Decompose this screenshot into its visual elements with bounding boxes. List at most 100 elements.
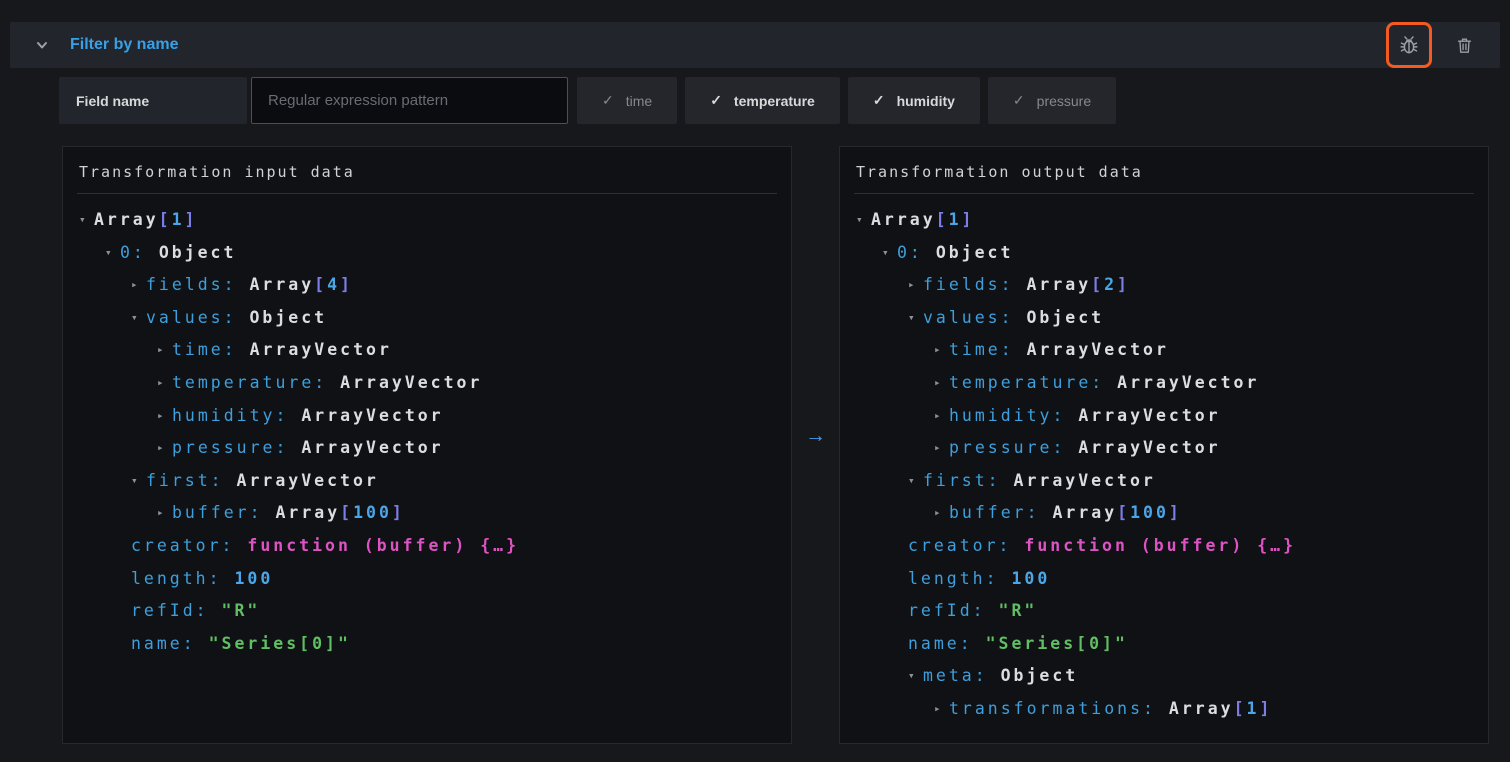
expand-toggle-icon[interactable]: ▸ xyxy=(908,269,923,302)
json-token-key: humidity: xyxy=(949,406,1078,425)
json-token-obj: ArrayVector xyxy=(301,406,443,425)
regex-input[interactable] xyxy=(251,77,568,124)
json-token-str: "R" xyxy=(222,601,261,620)
json-token-key: time: xyxy=(949,340,1027,359)
json-token-num: 100 xyxy=(353,503,392,522)
json-token-func: function (buffer) {…} xyxy=(247,536,519,555)
json-token-br: ] xyxy=(1259,699,1272,718)
tree-line: ▾first: ArrayVector xyxy=(63,465,791,498)
tree-line: ▸temperature: ArrayVector xyxy=(840,367,1488,400)
field-pill-label: humidity xyxy=(897,93,955,109)
json-token-br: [ xyxy=(1091,275,1104,294)
json-token-key: first: xyxy=(923,471,1014,490)
debug-button[interactable] xyxy=(1386,22,1432,68)
json-token-br: [ xyxy=(1117,503,1130,522)
bug-icon xyxy=(1398,34,1420,56)
expand-toggle-icon[interactable]: ▸ xyxy=(934,334,949,367)
expand-toggle-icon[interactable]: ▸ xyxy=(157,367,172,400)
tree-line: ▾meta: Object xyxy=(840,660,1488,693)
tree-line: ▸pressure: ArrayVector xyxy=(840,432,1488,465)
json-token-br: [ xyxy=(314,275,327,294)
json-token-key: name: xyxy=(908,634,986,653)
json-token-key: refId: xyxy=(908,601,999,620)
tree-line: creator: function (buffer) {…} xyxy=(63,530,791,563)
json-token-num: 1 xyxy=(1247,699,1260,718)
tree-line: ▸temperature: ArrayVector xyxy=(63,367,791,400)
tree-line: ▾Array[1] xyxy=(840,204,1488,237)
collapse-toggle-icon[interactable]: ▾ xyxy=(908,465,923,498)
json-token-obj: ArrayVector xyxy=(1078,438,1220,457)
json-token-num: 100 xyxy=(1130,503,1169,522)
transform-header: Filter by name xyxy=(10,22,1500,68)
collapse-toggle-icon[interactable]: ▾ xyxy=(79,204,94,237)
expand-toggle-icon[interactable]: ▸ xyxy=(934,432,949,465)
json-token-key: temperature: xyxy=(172,373,340,392)
json-token-obj: ArrayVector xyxy=(340,373,482,392)
tree-line: ▸transformations: Array[1] xyxy=(840,693,1488,726)
json-token-obj: Array xyxy=(94,210,159,229)
json-token-br: ] xyxy=(962,210,975,229)
json-token-obj: Array xyxy=(249,275,314,294)
input-panel: Transformation input data ▾Array[1]▾0: O… xyxy=(62,146,792,744)
input-panel-title: Transformation input data xyxy=(63,147,791,193)
json-token-key: length: xyxy=(131,569,234,588)
tree-line: ▸fields: Array[4] xyxy=(63,269,791,302)
transform-title[interactable]: Filter by name xyxy=(70,36,178,54)
json-token-key: name: xyxy=(131,634,209,653)
field-pill-label: time xyxy=(626,93,652,109)
json-token-key: length: xyxy=(908,569,1011,588)
field-pill-humidity[interactable]: ✓ humidity xyxy=(848,77,980,124)
json-token-br: ] xyxy=(392,503,405,522)
chevron-down-icon[interactable] xyxy=(32,35,52,55)
expand-toggle-icon[interactable]: ▸ xyxy=(157,334,172,367)
expand-toggle-icon[interactable]: ▸ xyxy=(934,367,949,400)
json-token-key: humidity: xyxy=(172,406,301,425)
tree-line: ▸pressure: ArrayVector xyxy=(63,432,791,465)
expand-toggle-icon[interactable]: ▸ xyxy=(934,693,949,726)
json-token-obj: Array xyxy=(1169,699,1234,718)
output-panel: Transformation output data ▾Array[1]▾0: … xyxy=(839,146,1489,744)
json-token-obj: ArrayVector xyxy=(301,438,443,457)
json-token-key: creator: xyxy=(908,536,1024,555)
collapse-toggle-icon[interactable]: ▾ xyxy=(131,465,146,498)
field-pill-label: pressure xyxy=(1037,93,1091,109)
field-pill-pressure[interactable]: ✓pressure xyxy=(988,77,1116,124)
json-token-num: 4 xyxy=(327,275,340,294)
collapse-toggle-icon[interactable]: ▾ xyxy=(856,204,871,237)
tree-line: length: 100 xyxy=(840,563,1488,596)
field-pill-time[interactable]: ✓time xyxy=(577,77,677,124)
trash-icon xyxy=(1455,36,1474,55)
check-icon: ✓ xyxy=(873,92,885,109)
json-token-br: ] xyxy=(1169,503,1182,522)
tree-line: ▾first: ArrayVector xyxy=(840,465,1488,498)
expand-toggle-icon[interactable]: ▸ xyxy=(934,497,949,530)
tree-line: ▾0: Object xyxy=(840,237,1488,270)
expand-toggle-icon[interactable]: ▸ xyxy=(131,269,146,302)
json-token-obj: Object xyxy=(1026,308,1104,327)
json-token-obj: Array xyxy=(1052,503,1117,522)
collapse-toggle-icon[interactable]: ▾ xyxy=(131,302,146,335)
collapse-toggle-icon[interactable]: ▾ xyxy=(882,237,897,270)
json-token-key: time: xyxy=(172,340,250,359)
delete-button[interactable] xyxy=(1444,25,1484,65)
expand-toggle-icon[interactable]: ▸ xyxy=(157,400,172,433)
json-token-br: [ xyxy=(340,503,353,522)
collapse-toggle-icon[interactable]: ▾ xyxy=(908,660,923,693)
field-pill-temperature[interactable]: ✓temperature xyxy=(685,77,840,124)
json-token-br: [ xyxy=(159,210,172,229)
tree-line: ▸humidity: ArrayVector xyxy=(840,400,1488,433)
json-token-obj: ArrayVector xyxy=(1014,471,1156,490)
expand-toggle-icon[interactable]: ▸ xyxy=(157,432,172,465)
json-token-obj: Array xyxy=(275,503,340,522)
json-token-key: refId: xyxy=(131,601,222,620)
tree-line: ▸fields: Array[2] xyxy=(840,269,1488,302)
json-token-key: temperature: xyxy=(949,373,1117,392)
expand-toggle-icon[interactable]: ▸ xyxy=(934,400,949,433)
collapse-toggle-icon[interactable]: ▾ xyxy=(105,237,120,270)
json-token-br: ] xyxy=(1117,275,1130,294)
json-token-num: 100 xyxy=(234,569,273,588)
expand-toggle-icon[interactable]: ▸ xyxy=(157,497,172,530)
json-token-key: buffer: xyxy=(172,503,275,522)
collapse-toggle-icon[interactable]: ▾ xyxy=(908,302,923,335)
json-token-key: values: xyxy=(146,308,249,327)
